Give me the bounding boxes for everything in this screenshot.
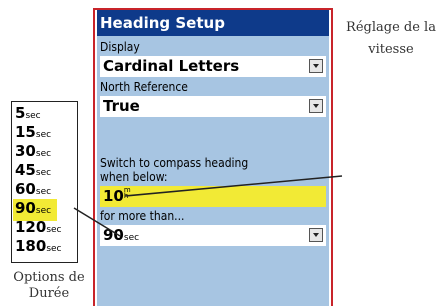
speed-callout-line	[124, 175, 343, 197]
callout-lines	[73, 175, 343, 237]
duration-callout-line	[73, 207, 121, 237]
